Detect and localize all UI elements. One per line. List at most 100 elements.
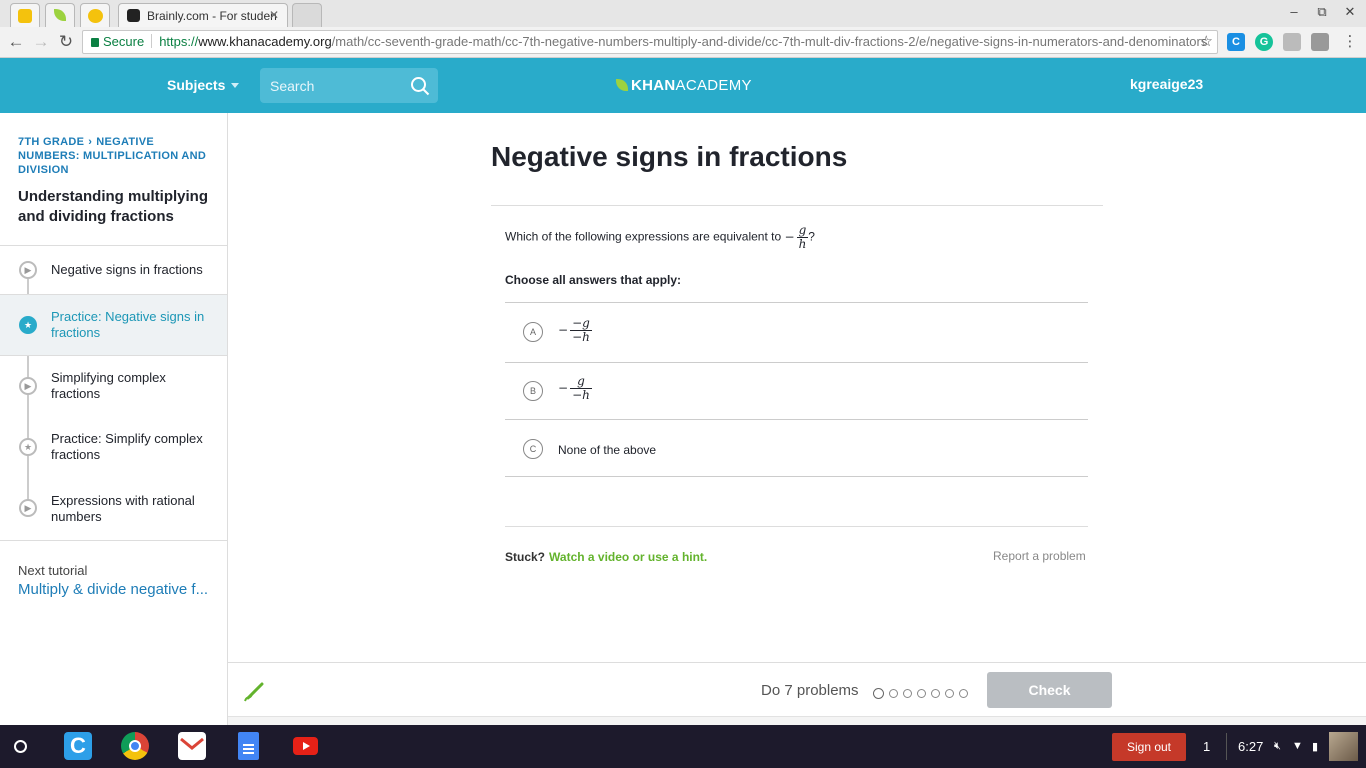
site-header: Subjects KHANACADEMY kgreaige23 (0, 58, 1366, 113)
khan-leaf-icon (616, 79, 628, 91)
classroom-icon (18, 9, 32, 23)
menu-icon[interactable]: ⋮ (1340, 32, 1360, 52)
progress-dot (945, 689, 954, 698)
search-input[interactable] (260, 68, 400, 103)
choice-letter: C (523, 439, 543, 459)
wifi-icon[interactable]: ▼ (1292, 740, 1303, 752)
sidebar-item-label: Simplifying complex fractions (51, 370, 166, 401)
tab-emoji[interactable] (80, 3, 110, 27)
check-button[interactable]: Check (987, 672, 1112, 708)
khan-academy-logo[interactable]: KHANACADEMY (616, 77, 752, 94)
c-extension-icon[interactable]: C (1227, 33, 1245, 51)
problem-goal: Do 7 problems (761, 682, 859, 699)
sidebar-item-video-negative-signs[interactable]: ▶ Negative signs in fractions (0, 246, 227, 294)
play-icon: ▶ (19, 377, 37, 395)
next-tutorial-link[interactable]: Multiply & divide negative f... (18, 581, 208, 598)
choice-letter: A (523, 322, 543, 342)
close-tab-icon[interactable]: ✕ (269, 8, 279, 22)
clock[interactable]: 6:27 (1238, 739, 1263, 754)
lock-icon (91, 38, 99, 47)
c-app-icon[interactable]: C (64, 732, 92, 760)
address-bar[interactable]: Secure https://www.khanacademy.org/math/c… (82, 30, 1218, 54)
progress-dot (889, 689, 898, 698)
choose-instruction: Choose all answers that apply: (505, 273, 682, 287)
subjects-menu[interactable]: Subjects (167, 77, 240, 93)
youtube-icon[interactable] (293, 737, 318, 755)
choice-b[interactable]: B − g −h (505, 362, 1088, 419)
page-title: Negative signs in fractions (491, 141, 848, 172)
profile-extension-icon[interactable] (1311, 33, 1329, 51)
choice-expression: − g −h (558, 374, 592, 402)
sidebar-item-label: Negative signs in fractions (51, 262, 203, 277)
sign-out-button[interactable]: Sign out (1112, 733, 1186, 761)
choice-a[interactable]: A − −g −h (505, 302, 1088, 362)
gmail-icon[interactable] (178, 732, 206, 760)
star-icon: ★ (19, 316, 37, 334)
new-tab-button[interactable] (292, 3, 322, 27)
close-window-button[interactable]: ✕ (1340, 4, 1360, 20)
browser-toolbar: ← → ↻ Secure https://www.khanacademy.org/… (0, 27, 1366, 58)
browser-tab-strip: Brainly.com - For studen ✕ – ⧉ ✕ (0, 0, 1366, 27)
sidebar-item-video-simplifying[interactable]: ▶ Simplifying complex fractions (0, 356, 227, 416)
secure-label: Secure (103, 34, 145, 49)
exercise-footer: Do 7 problems Check (228, 662, 1366, 724)
choice-letter: B (523, 381, 543, 401)
tab-brainly[interactable]: Brainly.com - For studen ✕ (118, 3, 288, 27)
forward-icon[interactable]: → (31, 32, 51, 52)
minimize-button[interactable]: – (1284, 4, 1304, 19)
choice-text: None of the above (558, 443, 657, 457)
back-icon[interactable]: ← (6, 32, 26, 52)
os-taskbar: C Sign out 1 6:27 🔇︎ ▼ ▮ (0, 725, 1366, 768)
progress-dot (903, 689, 912, 698)
sidebar-item-video-expressions[interactable]: ▶ Expressions with rational numbers (0, 478, 227, 540)
battery-icon[interactable]: ▮ (1312, 740, 1318, 753)
tab-khan-academy[interactable] (45, 3, 75, 27)
search-box (260, 68, 438, 103)
brainly-icon (127, 9, 140, 22)
sidebar-item-label: Expressions with rational numbers (51, 493, 195, 524)
shield-extension-icon[interactable] (1283, 33, 1301, 51)
username-menu[interactable]: kgreaige23 (1130, 76, 1203, 92)
tab-title: Brainly.com - For studen (147, 9, 277, 23)
bookmark-star-icon[interactable]: ☆ (1200, 31, 1213, 53)
mute-icon[interactable]: 🔇︎ (1274, 740, 1281, 753)
docs-icon[interactable] (238, 732, 259, 760)
sidebar-item-practice-simplify[interactable]: ★ Practice: Simplify complex fractions (0, 417, 227, 477)
choice-expression: − −g −h (558, 316, 592, 344)
progress-dot (931, 689, 940, 698)
sidebar-item-label: Practice: Negative signs in fractions (51, 309, 205, 340)
report-problem-link[interactable]: Report a problem (993, 549, 1086, 563)
chevron-right-icon: › (88, 136, 93, 148)
chevron-down-icon (231, 83, 240, 88)
choice-c[interactable]: C None of the above (505, 419, 1088, 477)
avatar[interactable] (1329, 732, 1358, 761)
url-path: /math/cc-seventh-grade-math/cc-7th-negat… (331, 34, 1208, 49)
play-icon: ▶ (19, 499, 37, 517)
khan-leaf-icon (54, 9, 66, 21)
tab-classroom[interactable] (10, 3, 40, 27)
question-text: Which of the following expressions are e… (505, 223, 815, 251)
launcher-icon[interactable] (14, 740, 27, 753)
reload-icon[interactable]: ↻ (56, 32, 76, 52)
scratchpad-pencil-icon[interactable] (242, 680, 266, 704)
play-icon: ▶ (19, 261, 37, 279)
tutorial-sidebar: 7TH GRADE › NEGATIVE NUMBERS: MULTIPLICATI… (0, 113, 228, 725)
sidebar-item-label: Practice: Simplify complex fractions (51, 431, 203, 462)
tutorial-title: Understanding multiplying and dividing f… (18, 188, 208, 225)
sidebar-item-practice-negative-signs[interactable]: ★ Practice: Negative signs in fractions (0, 295, 227, 355)
url-scheme: https:// (159, 34, 199, 49)
stuck-prompt: Stuck? Watch a video or use a hint. (505, 550, 708, 564)
grammarly-icon[interactable]: G (1255, 33, 1273, 51)
footer-edge (228, 716, 1366, 725)
breadcrumb: 7TH GRADE › NEGATIVE NUMBERS: MULTIPLICATI… (18, 135, 213, 177)
search-icon[interactable] (410, 76, 430, 96)
hint-link[interactable]: Watch a video or use a hint. (549, 550, 707, 564)
emoji-icon (88, 9, 103, 23)
chrome-icon[interactable] (121, 732, 149, 760)
question-fraction: gh (796, 223, 809, 251)
notification-count[interactable]: 1 (1203, 739, 1210, 754)
breadcrumb-grade[interactable]: 7TH GRADE (18, 136, 84, 148)
restore-button[interactable]: ⧉ (1312, 4, 1332, 20)
next-tutorial-label: Next tutorial (18, 563, 88, 578)
progress-dot (917, 689, 926, 698)
